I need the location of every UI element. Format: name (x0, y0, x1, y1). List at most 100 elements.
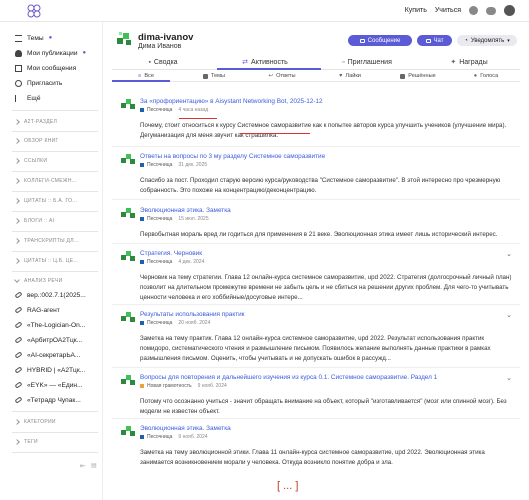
top-header: Купить Учиться (0, 0, 529, 22)
sidebar-section-categories[interactable]: КАТЕГОРИИ (14, 417, 56, 427)
chevron-right-icon (14, 439, 20, 445)
buy-link[interactable]: Купить (405, 7, 427, 14)
filter-likes[interactable]: ♥ Лайки (316, 71, 384, 81)
tab-invites[interactable]: ▫ Приглашения (316, 56, 418, 68)
post-title-link[interactable]: За «профориентацию» в Aisystant Networki… (140, 98, 323, 105)
sidebar-section[interactable]: ЦИТАТЫ :: Ц.Б. ЦЕ... (14, 256, 79, 266)
category-label[interactable]: Песочница (147, 107, 172, 113)
more-icon (15, 94, 22, 102)
category-label[interactable]: Песочница (147, 320, 172, 326)
post-title-link[interactable]: Эволюционная этика. Заметка (140, 425, 231, 432)
tab-badges[interactable]: ✦ Награды (418, 56, 520, 68)
chat-button[interactable]: Чат (417, 35, 452, 46)
post-meta: Песочница 4 часа назад (140, 107, 208, 113)
sidebar-link[interactable]: RAG-агент (14, 304, 60, 316)
post-title-link[interactable]: Стратегия. Черновик (140, 250, 202, 257)
sidebar-divider (12, 231, 98, 232)
post-title-link[interactable]: Эволюционная этика. Заметка (140, 207, 231, 214)
sidebar-section-speech-analysis[interactable]: АНАЛИЗ РЕЧИ (14, 276, 63, 286)
item-divider (112, 199, 520, 200)
chat-bubble-icon[interactable] (486, 6, 496, 15)
category-label[interactable]: Песочница (147, 434, 172, 440)
chevron-right-icon (14, 218, 20, 224)
sidebar-link[interactable]: «The-Logician-On... (14, 319, 85, 331)
sidebar-section[interactable]: А2Т-РАЗДЕЛ (14, 117, 57, 127)
post-meta: Новая грамотность 9 нояб. 2024 (140, 383, 227, 389)
new-dot-icon: ● (48, 35, 53, 41)
post-excerpt: Заметка на тему эволюционной этики. Глав… (140, 449, 485, 466)
post-excerpt: Потому что осознанно учиться - значит об… (140, 398, 507, 415)
bell-icon: ◔ (464, 37, 468, 44)
expand-chevron-icon[interactable]: ⌄ (506, 311, 512, 319)
sidebar-link[interactable]: «АрбитрОА2Тцк... (14, 334, 82, 346)
heart-icon: ♥ (339, 73, 343, 79)
category-label[interactable]: Новая грамотность (147, 383, 192, 389)
expand-chevron-icon[interactable]: ⌄ (506, 250, 512, 258)
filter-topics[interactable]: Темы (180, 71, 248, 81)
user-avatar[interactable] (504, 5, 515, 16)
sidebar-section[interactable]: ЦИТАТЫ :: Б.А. ГО... (14, 196, 77, 206)
post-avatar-icon (121, 251, 135, 261)
list-icon (15, 34, 22, 42)
filter-solved[interactable]: Решённые (384, 71, 452, 81)
activity-filter-tabs: ≡ Все Темы ↩ Ответы ♥ Лайки Решённые ● Голос… (112, 71, 520, 81)
summary-icon: ▪ (148, 58, 151, 66)
tab-summary[interactable]: ▪ Сводка (112, 56, 214, 68)
sidebar-section[interactable]: ССЫЛКИ (14, 156, 47, 166)
filter-replies[interactable]: ↩ Ответы (248, 71, 316, 81)
site-logo-icon[interactable] (27, 4, 41, 18)
sidebar-item-more[interactable]: Ещё (15, 92, 41, 104)
post-title-link[interactable]: Вопросы для повторения и дальнейшего изу… (140, 374, 437, 381)
sidebar: Темы ● Мои публикации ● Мои сообщения Пр… (0, 22, 103, 500)
reply-icon: ↩ (268, 73, 274, 79)
post-date: 31 дек. 2025 (178, 162, 208, 168)
learn-link[interactable]: Учиться (435, 7, 461, 14)
sidebar-section[interactable]: КОЛЛЕГИ-СМЕЖН... (14, 176, 77, 186)
tab-activity[interactable]: ⇄ Активность (214, 56, 316, 68)
chevron-right-icon (14, 238, 20, 244)
category-label[interactable]: Песочница (147, 216, 172, 222)
sidebar-settings-icon[interactable]: ▤ (91, 462, 97, 469)
sidebar-collapse-icon[interactable]: ⇤ (80, 462, 86, 470)
sidebar-divider (12, 251, 98, 252)
expand-chevron-icon[interactable]: ⌄ (506, 374, 512, 382)
sidebar-divider (12, 110, 98, 111)
sidebar-section[interactable]: ТРАНСКРИПТЫ ДЛ... (14, 236, 79, 246)
chevron-down-icon: ▾ (507, 37, 510, 44)
check-square-icon (400, 73, 406, 79)
sidebar-link[interactable]: вер.:002.7.1(2025... (14, 289, 86, 301)
chevron-down-icon (14, 277, 20, 283)
subtabs-divider (112, 81, 520, 82)
message-button[interactable]: Сообщение (348, 35, 412, 46)
sidebar-divider (12, 211, 98, 212)
search-icon[interactable] (469, 6, 478, 15)
stream-icon: ≡ (138, 73, 142, 79)
sidebar-link[interactable]: HYBRID | «А2Тцк... (14, 364, 85, 376)
sidebar-link[interactable]: «AI-секретарЬА... (14, 349, 80, 361)
category-swatch-icon (140, 384, 144, 388)
link-icon (14, 291, 23, 299)
sidebar-item-invite[interactable]: Пригласить (15, 77, 62, 89)
post-avatar-icon (121, 312, 135, 322)
sidebar-divider (12, 191, 98, 192)
post-title-link[interactable]: Ответы на вопросы по 3 му разделу Систем… (140, 153, 325, 160)
notify-dropdown[interactable]: ◔ Уведомлять ▾ (457, 35, 517, 46)
category-label[interactable]: Песочница (147, 259, 172, 265)
highlight-underline (240, 133, 310, 134)
sidebar-link[interactable]: «Тетрадр Чупак... (14, 394, 81, 406)
sidebar-item-my-posts[interactable]: Мои публикации ● (15, 47, 86, 59)
sidebar-section[interactable]: ОБЗОР КНИГ (14, 136, 59, 146)
profile-fullname: Дима Иванов (138, 43, 182, 50)
sidebar-item-my-messages[interactable]: Мои сообщения (15, 62, 76, 74)
post-title-link[interactable]: Результаты использования практик (140, 311, 244, 318)
sidebar-link[interactable]: «EYK» — «Един... (14, 379, 83, 391)
sidebar-item-topics[interactable]: Темы ● (15, 32, 52, 44)
post-avatar-icon (121, 208, 135, 218)
category-label[interactable]: Песочница (147, 162, 172, 168)
category-swatch-icon (140, 108, 144, 112)
post-excerpt: Первобытная мораль вред ли годиться для … (140, 231, 498, 238)
filter-votes[interactable]: ● Голоса (452, 71, 520, 81)
topic-icon (202, 73, 208, 79)
sidebar-section[interactable]: БЛОГИ :: AI (14, 216, 54, 226)
sidebar-section-tags[interactable]: ТЕГИ (14, 437, 38, 447)
